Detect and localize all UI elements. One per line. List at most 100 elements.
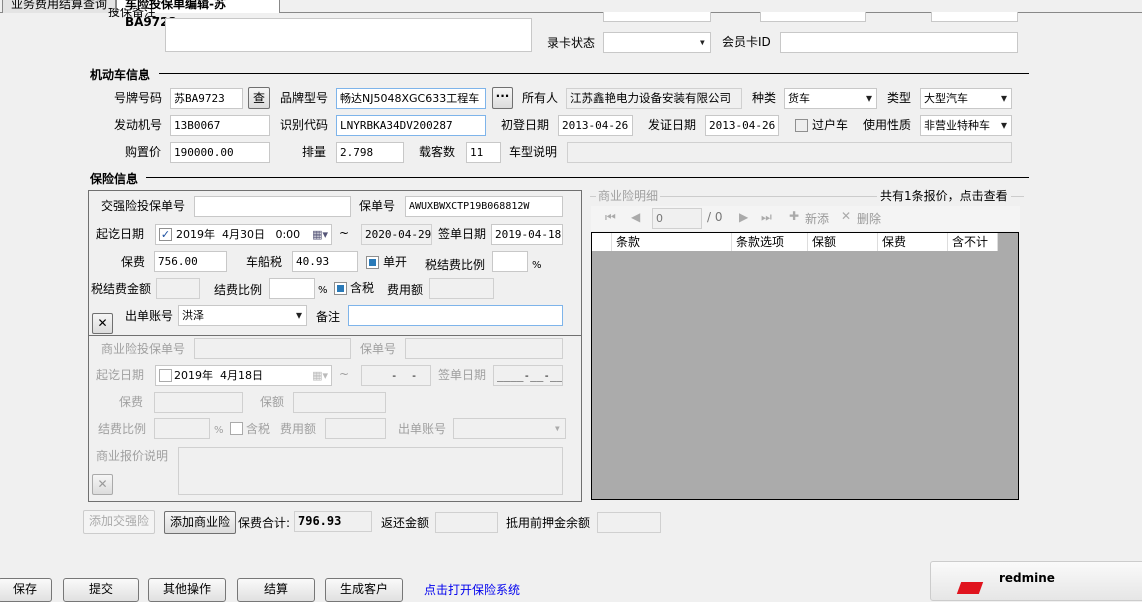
commercial-fee-input[interactable] — [325, 418, 386, 439]
generate-customer-button[interactable]: 生成客户 — [325, 578, 403, 602]
ratio-input[interactable] — [269, 278, 315, 299]
commercial-desc-textarea[interactable] — [178, 447, 563, 495]
owner-label: 所有人 — [522, 91, 559, 105]
plate-label: 号牌号码 — [114, 91, 163, 105]
compulsory-date-checkbox[interactable]: ✓ — [159, 228, 172, 241]
tilde-label: ~ — [339, 226, 350, 240]
lookup-button[interactable]: 查 — [248, 87, 270, 109]
last-page-icon[interactable]: ⏭ — [761, 210, 772, 225]
seats-input[interactable]: 11 — [466, 142, 501, 163]
owner-input[interactable]: 江苏鑫艳电力设备安装有限公司 — [566, 88, 742, 109]
tax-amount-input[interactable] — [156, 278, 200, 299]
engine-input[interactable]: 13B0067 — [170, 115, 270, 136]
vin-label: 识别代码 — [280, 118, 329, 132]
brand-more-button[interactable]: ··· — [492, 87, 513, 109]
commercial-ratio-input[interactable] — [154, 418, 210, 439]
remark-label: 投保备注 — [108, 8, 157, 18]
vehicle-section-title: 机动车信息 — [90, 68, 151, 82]
rebate-input[interactable] — [435, 512, 498, 533]
commercial-policy-input[interactable] — [405, 338, 563, 359]
tax-amount-label: 税结费金额 — [91, 282, 152, 296]
vehicle-tax-label: 车船税 — [246, 255, 283, 269]
plate-input[interactable]: 苏BA9723 — [170, 88, 243, 109]
account-label: 出单账号 — [125, 309, 174, 323]
model-desc-input[interactable] — [567, 142, 1012, 163]
add-compulsory-button[interactable]: 添加交强险 — [83, 510, 155, 534]
compulsory-app-no-input[interactable] — [194, 196, 351, 217]
column-header[interactable]: 含不计 — [948, 233, 998, 251]
field-partial-1[interactable] — [603, 12, 711, 22]
field-partial-3[interactable] — [931, 12, 1018, 22]
cert-date-input[interactable]: 2013-04-26 — [705, 115, 779, 136]
column-header[interactable]: 保费 — [878, 233, 948, 251]
first-page-icon[interactable]: ⏮ — [605, 210, 616, 225]
commercial-account-select[interactable] — [453, 418, 566, 439]
submit-button[interactable]: 提交 — [63, 578, 139, 602]
compulsory-app-no-label: 交强险投保单号 — [101, 199, 186, 213]
prev-page-icon[interactable]: ◀ — [631, 210, 640, 224]
remove-commercial-button[interactable]: ✕ — [92, 474, 113, 495]
compulsory-start-datepicker[interactable]: 2019年 4月30日 0:00 ▦▾ — [155, 224, 332, 245]
fee-input[interactable] — [429, 278, 494, 299]
commercial-premium-input[interactable] — [154, 392, 243, 413]
card-status-select[interactable] — [603, 32, 711, 53]
commercial-amount-input[interactable] — [293, 392, 386, 413]
single-label: 单开 — [383, 255, 408, 269]
kind-select[interactable]: 货车 — [784, 88, 877, 109]
reg-date-input[interactable]: 2013-04-26 — [558, 115, 633, 136]
calendar-dropdown-icon[interactable]: ▦▾ — [312, 366, 328, 385]
commercial-detail-grid[interactable]: 条款 条款选项 保额 保费 含不计 — [591, 232, 1019, 500]
notification-popup[interactable]: redmine — [930, 561, 1142, 601]
compulsory-sign-input[interactable]: 2019-04-18 — [491, 224, 563, 245]
quote-link[interactable]: 共有1条报价，点击查看 — [877, 186, 1011, 206]
calendar-dropdown-icon[interactable]: ▦▾ — [312, 225, 328, 244]
add-commercial-button[interactable]: 添加商业险 — [164, 511, 236, 534]
commercial-start-datepicker[interactable]: 2019年 4月18日 ▦▾ — [155, 365, 332, 386]
vin-input[interactable]: LNYRBKA34DV200287 — [336, 115, 486, 136]
compulsory-premium-input[interactable]: 756.00 — [154, 251, 227, 272]
next-page-icon[interactable]: ▶ — [739, 210, 748, 224]
column-header[interactable]: 条款选项 — [732, 233, 808, 251]
save-button[interactable]: 保存 — [0, 578, 52, 602]
incl-tax-checkbox[interactable] — [334, 282, 347, 295]
commercial-incl-tax-checkbox[interactable] — [230, 422, 243, 435]
page-input[interactable]: 0 — [652, 208, 702, 229]
commercial-end-input[interactable]: - - — [361, 365, 431, 386]
open-insurance-system-link[interactable]: 点击打开保险系统 — [424, 580, 520, 600]
compulsory-policy-input[interactable]: AWUXBWXCTP19B068812W — [405, 196, 563, 217]
deposit-input[interactable] — [597, 512, 661, 533]
remove-compulsory-button[interactable]: ✕ — [92, 313, 113, 334]
brand-input[interactable]: 畅达NJ5048XGC633工程车 — [336, 88, 486, 109]
compulsory-date-label: 起讫日期 — [96, 227, 145, 241]
column-header[interactable]: 条款 — [612, 233, 732, 251]
delete-row-button[interactable]: 删除 — [857, 210, 881, 227]
note-input[interactable] — [348, 305, 563, 326]
settle-button[interactable]: 结算 — [237, 578, 315, 602]
field-partial-2[interactable] — [760, 12, 866, 22]
add-row-button[interactable]: 新添 — [805, 210, 829, 227]
account-select[interactable]: 洪泽 — [178, 305, 307, 326]
type-label: 类型 — [887, 91, 912, 105]
vehicle-tax-input[interactable]: 40.93 — [292, 251, 358, 272]
kind-label: 种类 — [752, 91, 777, 105]
commercial-sign-input[interactable]: ____-__-__ — [493, 365, 563, 386]
price-input[interactable]: 190000.00 — [170, 142, 270, 163]
divider — [88, 335, 582, 336]
commercial-app-no-input[interactable] — [194, 338, 351, 359]
cert-date-label: 发证日期 — [648, 118, 697, 132]
transfer-label: 过户车 — [812, 118, 849, 132]
member-card-input[interactable] — [780, 32, 1018, 53]
other-actions-button[interactable]: 其他操作 — [148, 578, 226, 602]
divider — [159, 73, 1029, 74]
single-checkbox[interactable] — [366, 256, 379, 269]
tax-ratio-input[interactable] — [492, 251, 528, 272]
transfer-checkbox[interactable] — [795, 119, 808, 132]
column-header[interactable]: 保额 — [808, 233, 878, 251]
commercial-date-checkbox[interactable] — [159, 369, 172, 382]
compulsory-end-input[interactable]: 2020-04-29 — [361, 224, 432, 245]
tab-fee-settlement[interactable]: 业务费用结算查询 — [2, 0, 117, 13]
type-select[interactable]: 大型汽车 — [920, 88, 1012, 109]
remark-textarea[interactable] — [165, 18, 532, 52]
displacement-input[interactable]: 2.798 — [336, 142, 404, 163]
usage-select[interactable]: 非营业特种车 — [920, 115, 1012, 136]
